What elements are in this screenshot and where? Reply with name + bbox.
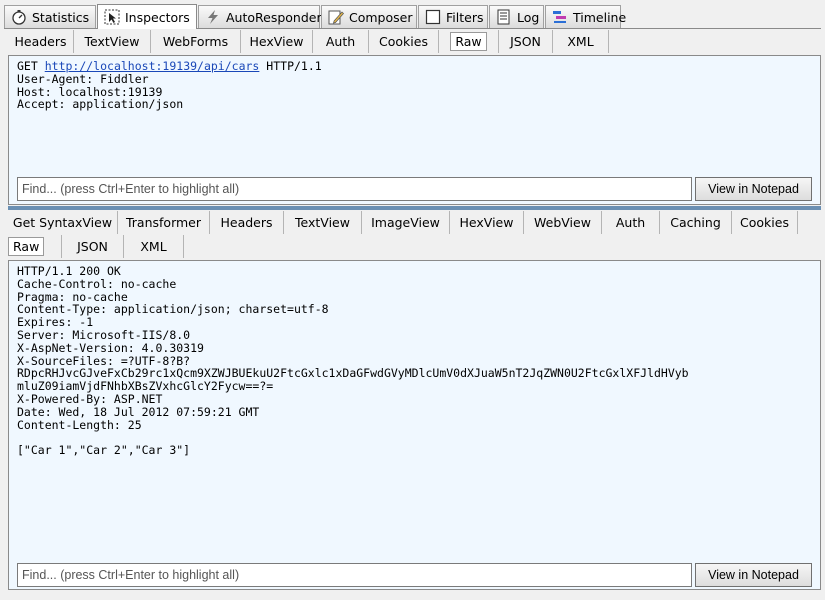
tab-label: Auth [615,215,646,230]
tab-label: Get SyntaxView [12,215,113,230]
tab-statistics[interactable]: Statistics [4,5,96,28]
response-find-input[interactable] [17,563,692,587]
tab-label: JSON [77,239,108,254]
response-tab-cookies[interactable]: Cookies [732,211,798,234]
response-tab-imageview[interactable]: ImageView [362,211,450,234]
tab-label: Headers [220,215,273,230]
tab-label: Filters [446,9,484,25]
tab-label: Transformer [125,215,201,230]
request-headers: User-Agent: Fiddler Host: localhost:1913… [17,71,184,112]
main-tab-strip: Statistics Inspectors AutoResponder Comp… [4,4,821,29]
response-tab-xml[interactable]: XML [124,235,184,258]
tab-label: Cookies [379,34,428,49]
tab-label: Headers [14,34,67,49]
tab-label: Cookies [740,215,789,230]
request-inspector-tabs: Headers TextView WebForms HexView Auth C… [8,30,609,53]
request-raw-text[interactable]: GET http://localhost:19139/api/cars HTTP… [17,60,812,111]
request-raw-pane[interactable]: GET http://localhost:19139/api/cars HTTP… [8,55,821,205]
tab-label: Raw [8,237,45,256]
request-view-in-notepad-button[interactable]: View in Notepad [695,177,812,201]
response-tab-webview[interactable]: WebView [524,211,602,234]
tab-label: XML [567,34,594,49]
tab-label: WebView [534,215,591,230]
pane-splitter[interactable] [8,206,821,210]
request-tab-xml[interactable]: XML [553,30,609,53]
response-tab-json[interactable]: JSON [62,235,124,258]
log-icon [496,9,512,25]
inspect-icon [104,9,120,25]
tab-label: WebForms [162,34,229,49]
pencil-icon [328,9,344,25]
tab-label: XML [140,239,167,254]
request-tab-headers[interactable]: Headers [8,30,74,53]
tab-label: Raw [450,32,487,51]
tab-label: JSON [510,34,541,49]
lightning-icon [205,9,221,25]
tab-label: Statistics [32,9,90,25]
request-tab-textview[interactable]: TextView [74,30,151,53]
response-raw-pane[interactable]: HTTP/1.1 200 OK Cache-Control: no-cache … [8,260,821,590]
tab-filters[interactable]: Filters [418,5,488,28]
response-tab-transformer[interactable]: Transformer [118,211,210,234]
response-tab-textview[interactable]: TextView [284,211,362,234]
request-protocol: HTTP/1.1 [266,59,322,73]
response-tab-get-syntaxview[interactable]: Get SyntaxView [8,211,118,234]
response-tab-hexview[interactable]: HexView [450,211,524,234]
response-inspector-tabs-row2: Raw JSON XML [8,235,184,258]
response-tab-raw[interactable]: Raw [8,235,62,258]
response-tab-caching[interactable]: Caching [660,211,732,234]
request-tab-webforms[interactable]: WebForms [151,30,241,53]
tab-composer[interactable]: Composer [321,5,417,28]
tab-inspectors[interactable]: Inspectors [97,4,197,29]
tab-label: AutoResponder [226,9,322,25]
response-find-bar: View in Notepad [17,563,812,587]
tab-label: TextView [295,215,350,230]
tab-label: HexView [249,34,304,49]
tab-autoresponder[interactable]: AutoResponder [198,5,322,28]
tab-label: Inspectors [125,9,190,25]
response-inspector-tabs-row1: Get SyntaxView Transformer Headers TextV… [8,211,798,234]
request-tab-json[interactable]: JSON [499,30,553,53]
tab-label: Caching [670,215,721,230]
response-raw-text[interactable]: HTTP/1.1 200 OK Cache-Control: no-cache … [17,265,812,457]
request-find-input[interactable] [17,177,692,201]
tab-label: Auth [325,34,356,49]
tab-label: TextView [84,34,140,49]
checkbox-icon [425,9,441,25]
tab-label: ImageView [371,215,440,230]
tab-label: HexView [459,215,514,230]
request-find-bar: View in Notepad [17,177,812,201]
stopwatch-icon [11,9,27,25]
tab-label: Timeline [573,9,627,25]
response-tab-headers[interactable]: Headers [210,211,284,234]
tab-timeline[interactable]: Timeline [545,5,626,28]
request-tab-raw[interactable]: Raw [439,30,499,53]
request-tab-cookies[interactable]: Cookies [369,30,439,53]
tab-log[interactable]: Log [489,5,544,28]
tab-label: Log [517,9,540,25]
request-tab-hexview[interactable]: HexView [241,30,313,53]
response-tab-auth[interactable]: Auth [602,211,660,234]
response-view-in-notepad-button[interactable]: View in Notepad [695,563,812,587]
timeline-icon [552,9,568,25]
request-tab-auth[interactable]: Auth [313,30,369,53]
tab-label: Composer [349,9,413,25]
